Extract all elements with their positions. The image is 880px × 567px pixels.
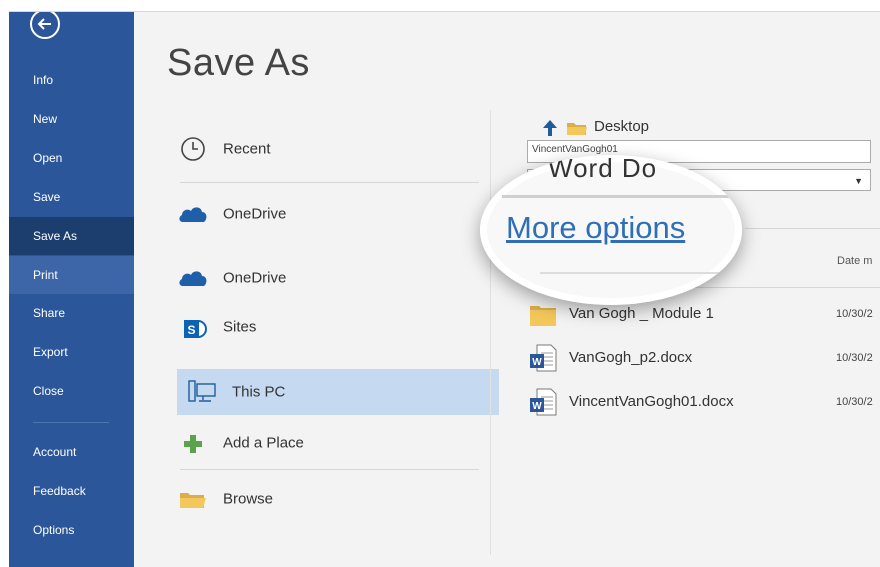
file-row[interactable]: W VanGogh_p2.docx 10/30/2 (525, 343, 875, 373)
sidebar-divider (33, 422, 109, 423)
file-date: 10/30/2 (836, 352, 873, 364)
svg-text:S: S (187, 323, 195, 337)
nav-options[interactable]: Options (9, 511, 134, 549)
location-divider (180, 469, 479, 470)
location-label: OneDrive (223, 205, 287, 223)
nav-share[interactable]: Share (9, 294, 134, 332)
folder-icon (530, 306, 556, 326)
word-doc-icon: W (530, 344, 557, 372)
pane-divider (490, 110, 491, 555)
nav-export[interactable]: Export (9, 333, 134, 371)
location-label: Sites (223, 318, 257, 336)
file-row[interactable]: W VincentVanGogh01.docx 10/30/2 (525, 387, 875, 417)
page-title: Save As (167, 42, 310, 84)
magnifier-callout: Word Do More options (480, 155, 742, 305)
back-arrow-icon (37, 18, 51, 30)
magnified-divider (502, 195, 742, 198)
magnified-file-type-text: Word Do (548, 155, 658, 183)
up-arrow-icon[interactable] (540, 118, 560, 138)
location-label: OneDrive (223, 269, 287, 287)
nav-info[interactable]: Info (9, 61, 134, 99)
sharepoint-icon: S (184, 320, 207, 338)
date-modified-header[interactable]: Date m (837, 255, 872, 267)
more-options-link[interactable]: More options (506, 210, 685, 246)
nav-close[interactable]: Close (9, 372, 134, 410)
current-folder-label: Desktop (594, 118, 650, 135)
location-add-place[interactable]: Add a Place (168, 420, 491, 466)
svg-text:W: W (532, 401, 542, 412)
file-name: Van Gogh _ Module 1 (569, 305, 714, 322)
location-label: Browse (223, 490, 274, 508)
location-this-pc[interactable]: This PC (177, 369, 499, 415)
backstage-sidebar: Info New Open Save Save As Print Share E… (9, 12, 134, 567)
file-date: 10/30/2 (836, 308, 873, 320)
nav-save[interactable]: Save (9, 178, 134, 216)
nav-print[interactable]: Print (9, 256, 134, 294)
word-doc-icon: W (530, 388, 557, 416)
clock-icon (181, 137, 205, 161)
location-recent[interactable]: Recent (168, 126, 491, 172)
location-divider (180, 182, 479, 183)
nav-feedback[interactable]: Feedback (9, 472, 134, 510)
nav-open[interactable]: Open (9, 139, 134, 177)
location-sites[interactable]: S Sites (168, 306, 491, 352)
back-button[interactable] (30, 12, 60, 39)
location-label: Add a Place (223, 434, 304, 452)
chevron-down-icon: ▼ (854, 176, 863, 186)
folder-icon (180, 493, 206, 508)
options-divider (745, 228, 880, 229)
folder-icon (567, 123, 587, 135)
cloud-icon (179, 207, 207, 222)
plus-icon (184, 435, 202, 453)
nav-new[interactable]: New (9, 100, 134, 138)
file-date: 10/30/2 (836, 396, 873, 408)
location-label: Recent (223, 140, 271, 158)
location-label: This PC (232, 383, 286, 401)
svg-text:W: W (532, 357, 542, 368)
computer-icon (188, 380, 216, 402)
nav-account[interactable]: Account (9, 433, 134, 471)
location-browse[interactable]: Browse (168, 476, 491, 522)
location-onedrive-business[interactable]: OneDrive (168, 255, 491, 301)
location-onedrive-personal[interactable]: OneDrive (168, 191, 491, 237)
nav-save-as[interactable]: Save As (9, 217, 134, 255)
file-name: VanGogh_p2.docx (569, 349, 693, 366)
file-row[interactable]: Van Gogh _ Module 1 10/30/2 (525, 299, 875, 329)
cloud-icon (179, 271, 207, 286)
magnified-divider (540, 272, 740, 274)
file-name: VincentVanGogh01.docx (569, 393, 734, 410)
